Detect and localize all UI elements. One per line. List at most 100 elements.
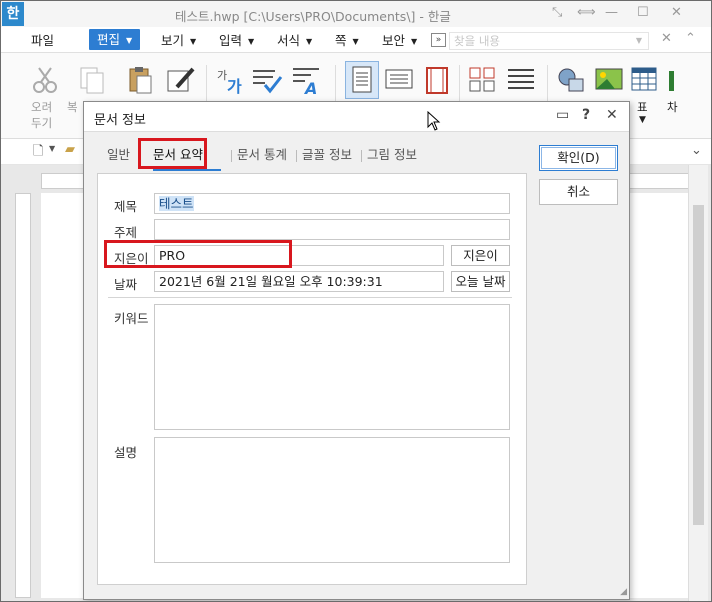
- today-button[interactable]: 오늘 날짜: [451, 271, 510, 292]
- shapes-icon[interactable]: [555, 65, 587, 95]
- menu-edit-label: 편집: [97, 32, 121, 47]
- tab-font-info[interactable]: 글꼴 정보: [302, 142, 352, 168]
- table-icon[interactable]: [629, 65, 661, 95]
- ok-button[interactable]: 확인(D): [539, 145, 618, 171]
- chevron-down-icon: ▼: [248, 36, 255, 46]
- style-icon[interactable]: A: [291, 65, 323, 98]
- maximize-icon[interactable]: ☐: [637, 5, 649, 20]
- highlight-author-field: [104, 240, 292, 268]
- subject-label: 주제: [114, 225, 138, 240]
- svg-text:A: A: [303, 79, 317, 95]
- chevron-down-icon: ▼: [352, 36, 359, 46]
- svg-text:가: 가: [217, 69, 227, 82]
- chevron-down-icon: ▼: [190, 36, 197, 46]
- tab-separator: [231, 150, 232, 162]
- page-border-icon[interactable]: [421, 65, 453, 95]
- cut-label-1: 오려: [31, 100, 53, 114]
- open-folder-icon[interactable]: ▰: [65, 142, 75, 157]
- ribbon-collapse-icon[interactable]: ⌃: [685, 31, 696, 46]
- cut-icon[interactable]: [29, 65, 61, 95]
- chevron-down-icon: ▼: [126, 36, 133, 45]
- menu-page-label: 쪽: [335, 33, 347, 48]
- menu-page[interactable]: 쪽 ▼: [335, 31, 359, 51]
- date-field[interactable]: 2021년 6월 21일 월요일 오후 10:39:31: [154, 271, 444, 292]
- find-input[interactable]: 찾을 내용 ▼: [449, 32, 649, 50]
- landscape-icon[interactable]: [383, 65, 415, 95]
- chevron-down-icon: ▼: [411, 36, 418, 46]
- copy-icon[interactable]: [77, 65, 109, 95]
- cancel-button[interactable]: 취소: [539, 179, 618, 205]
- resize-grip-icon[interactable]: ◢: [620, 587, 627, 597]
- dialog-title: 문서 정보: [94, 113, 146, 128]
- restore-layout-icon[interactable]: ⤡: [552, 5, 562, 20]
- title-label: 제목: [114, 199, 138, 214]
- title-field[interactable]: 테스트: [154, 193, 510, 214]
- menu-insert[interactable]: 입력 ▼: [219, 31, 254, 51]
- columns-icon[interactable]: [466, 65, 498, 95]
- close-icon[interactable]: ✕: [661, 31, 672, 46]
- svg-text:가: 가: [227, 77, 242, 95]
- menu-file[interactable]: 파일: [31, 31, 54, 51]
- description-textarea[interactable]: [154, 437, 510, 563]
- minimize-icon[interactable]: —: [605, 5, 618, 20]
- highlight-summary-tab: [138, 138, 207, 169]
- window-title: 테스트.hwp [C:\Users\PRO\Documents\] - 한글: [175, 9, 451, 24]
- subject-field[interactable]: [154, 219, 510, 240]
- dialog-title-bar: 문서 정보 ▭ ? ✕: [84, 102, 629, 132]
- tab-statistics[interactable]: 문서 통계: [237, 142, 287, 168]
- menu-view-label: 보기: [161, 33, 185, 48]
- chevron-down-icon: ▼: [639, 115, 646, 125]
- summary-panel: 제목 테스트 주제 지은이 PRO 지은이 날짜 2021년 6월 21일 월요…: [97, 173, 527, 585]
- tab-picture-info[interactable]: 그림 정보: [367, 142, 417, 168]
- cut-label-2: 두기: [31, 116, 53, 130]
- page-layout-icon[interactable]: [345, 61, 379, 99]
- menu-security[interactable]: 보안 ▼: [382, 31, 417, 51]
- date-label: 날짜: [114, 277, 138, 292]
- list-icon[interactable]: [505, 65, 537, 95]
- tab-general[interactable]: 일반: [107, 142, 130, 168]
- author-button[interactable]: 지은이: [451, 245, 510, 266]
- chevron-down-icon[interactable]: ▼: [49, 144, 55, 153]
- menu-bar: 파일 편집 ▼ 보기 ▼ 입력 ▼ 서식 ▼ 쪽 ▼ 보안 ▼ » 찾을 내용 ▼ ✕ ⌃: [1, 27, 711, 53]
- font-size-icon[interactable]: 가가: [215, 65, 247, 96]
- help-icon[interactable]: ?: [582, 107, 590, 123]
- menu-more-button[interactable]: »: [431, 33, 446, 47]
- copy-label: 복: [67, 100, 78, 114]
- menu-edit[interactable]: 편집 ▼: [89, 29, 141, 50]
- app-window: 한 테스트.hwp [C:\Users\PRO\Documents\] - 한글…: [0, 0, 712, 602]
- new-document-icon[interactable]: 🗋: [33, 142, 43, 164]
- chart-icon[interactable]: [665, 65, 685, 95]
- chart-label: 차: [667, 100, 678, 114]
- menu-security-label: 보안: [382, 33, 406, 48]
- menu-format[interactable]: 서식 ▼: [277, 31, 312, 51]
- menu-view[interactable]: 보기 ▼: [161, 31, 196, 51]
- mouse-cursor-icon: [427, 110, 441, 134]
- paste-icon[interactable]: [125, 65, 157, 95]
- vertical-ruler[interactable]: [15, 193, 31, 598]
- table-label: 표: [637, 100, 648, 114]
- keywords-label: 키워드: [114, 311, 149, 326]
- app-logo: 한: [2, 2, 24, 26]
- spellcheck-icon[interactable]: [251, 65, 283, 95]
- picture-icon[interactable]: [593, 65, 625, 95]
- split-view-icon[interactable]: ⟺: [577, 5, 596, 20]
- vertical-scrollbar[interactable]: [688, 165, 708, 601]
- tab-separator: [361, 150, 362, 162]
- section-divider: [108, 297, 512, 298]
- title-bar: 한 테스트.hwp [C:\Users\PRO\Documents\] - 한글…: [1, 1, 711, 27]
- scrollbar-thumb[interactable]: [693, 205, 704, 525]
- document-info-dialog: 문서 정보 ▭ ? ✕ 일반 문서 요약 문서 통계 글꼴 정보 그림 정보 제…: [83, 101, 630, 600]
- format-painter-icon[interactable]: [165, 65, 197, 95]
- description-label: 설명: [114, 445, 138, 460]
- menu-insert-label: 입력: [219, 33, 243, 48]
- expand-toolbar-icon[interactable]: ⌄: [691, 143, 702, 158]
- find-placeholder: 찾을 내용: [454, 34, 500, 48]
- title-value: 테스트: [159, 196, 194, 211]
- chat-icon[interactable]: ▭: [556, 107, 569, 123]
- close-icon[interactable]: ✕: [606, 107, 618, 123]
- keywords-textarea[interactable]: [154, 304, 510, 430]
- chevron-down-icon: ▼: [635, 36, 642, 45]
- active-tab-indicator: [153, 169, 221, 171]
- close-icon[interactable]: ✕: [671, 5, 682, 20]
- chevron-down-icon: ▼: [306, 36, 313, 46]
